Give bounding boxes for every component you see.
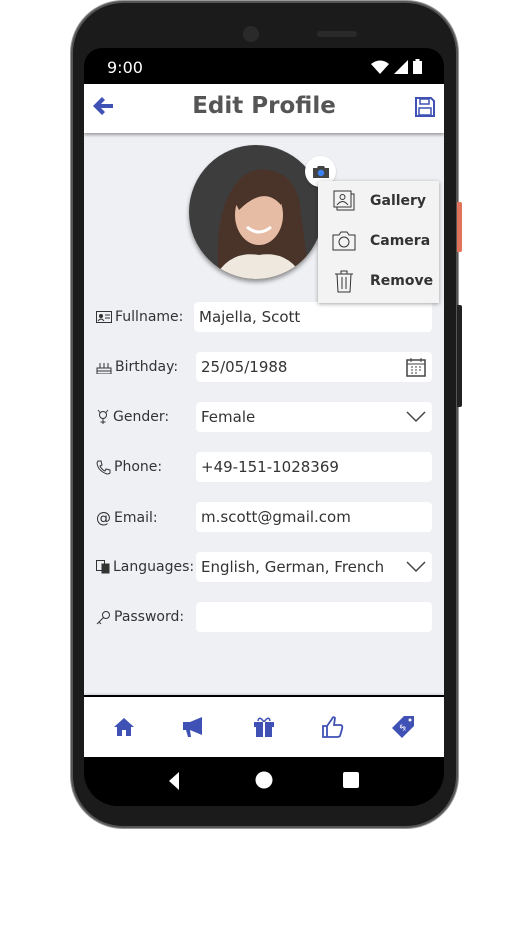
- birthday-cake-icon: [96, 363, 112, 374]
- id-card-icon: [96, 311, 112, 323]
- email-row: @ Email: m.scott@gmail.com: [96, 502, 432, 532]
- remove-label: Remove: [370, 273, 434, 289]
- gallery-label: Gallery: [370, 193, 427, 209]
- home-nav-icon[interactable]: [255, 771, 273, 789]
- password-row: Password:: [96, 602, 432, 632]
- profile-photo[interactable]: [189, 145, 323, 279]
- languages-label: Languages:: [113, 559, 195, 575]
- page-title: Edit Profile: [192, 93, 336, 119]
- home-icon[interactable]: [113, 717, 135, 737]
- at-sign-icon: @: [96, 509, 111, 527]
- price-tag-icon[interactable]: $: [391, 715, 415, 739]
- back-nav-icon[interactable]: [169, 772, 179, 790]
- front-camera: [243, 26, 259, 42]
- woman-portrait: [214, 169, 309, 279]
- camera-outline-icon: [332, 231, 356, 251]
- app-header: Edit Profile: [84, 84, 444, 133]
- phone-icon: [96, 460, 111, 475]
- menu-item-gallery[interactable]: Gallery: [318, 181, 439, 221]
- volume-button: [457, 305, 462, 407]
- status-bar: 9:00: [84, 48, 444, 84]
- menu-item-camera[interactable]: Camera: [318, 221, 439, 261]
- gender-value: Female: [201, 408, 256, 426]
- battery-icon: [413, 59, 422, 74]
- calendar-icon[interactable]: [406, 357, 426, 377]
- camera-label: Camera: [370, 233, 431, 249]
- screen: 9:00 Edit Profile Gallery Camera Remove …: [84, 48, 444, 806]
- phone-input[interactable]: +49-151-1028369: [196, 452, 432, 482]
- wifi-icon: [371, 60, 389, 74]
- menu-item-remove[interactable]: Remove: [318, 261, 439, 301]
- gift-icon[interactable]: [253, 716, 275, 738]
- birthday-label: Birthday:: [115, 359, 179, 375]
- gender-label: Gender:: [113, 409, 170, 425]
- languages-select[interactable]: English, German, French: [196, 552, 432, 582]
- email-label: Email:: [114, 510, 158, 526]
- email-input[interactable]: m.scott@gmail.com: [196, 502, 432, 532]
- thumbs-up-icon[interactable]: [321, 716, 344, 738]
- password-input[interactable]: [196, 602, 432, 632]
- recents-nav-icon[interactable]: [343, 772, 359, 788]
- bottom-navigation: $: [84, 697, 444, 757]
- chevron-down-icon: [406, 561, 426, 573]
- fullname-input[interactable]: Majella, Scott: [194, 302, 432, 332]
- gender-select[interactable]: Female: [196, 402, 432, 432]
- floppy-disk-icon[interactable]: [414, 96, 436, 118]
- trash-icon: [335, 270, 353, 293]
- gallery-icon: [333, 190, 355, 211]
- phone-label: Phone:: [114, 459, 163, 475]
- key-icon: [96, 610, 110, 624]
- fullname-label: Fullname:: [115, 309, 184, 325]
- signal-icon: [394, 59, 408, 74]
- birthday-value: 25/05/1988: [201, 358, 288, 376]
- system-navigation-bar: [84, 757, 444, 806]
- profile-form: Gallery Camera Remove Fullname: Majella,…: [84, 133, 444, 695]
- chevron-down-icon: [406, 411, 426, 423]
- birthday-row: Birthday: 25/05/1988: [96, 352, 432, 382]
- language-icon: [96, 560, 110, 574]
- languages-row: Languages: English, German, French: [96, 552, 432, 582]
- languages-value: English, German, French: [201, 558, 385, 576]
- photo-options-menu: Gallery Camera Remove: [318, 181, 439, 303]
- camera-icon: [312, 166, 329, 178]
- phone-row: Phone: +49-151-1028369: [96, 452, 432, 482]
- fullname-row: Fullname: Majella, Scott: [96, 302, 432, 332]
- status-time: 9:00: [107, 58, 143, 77]
- birthday-input[interactable]: 25/05/1988: [196, 352, 432, 382]
- power-button: [457, 202, 462, 252]
- megaphone-icon[interactable]: [182, 716, 206, 738]
- gender-row: Gender: Female: [96, 402, 432, 432]
- speaker: [317, 31, 357, 37]
- password-label: Password:: [114, 609, 185, 625]
- gender-icon: [97, 409, 109, 424]
